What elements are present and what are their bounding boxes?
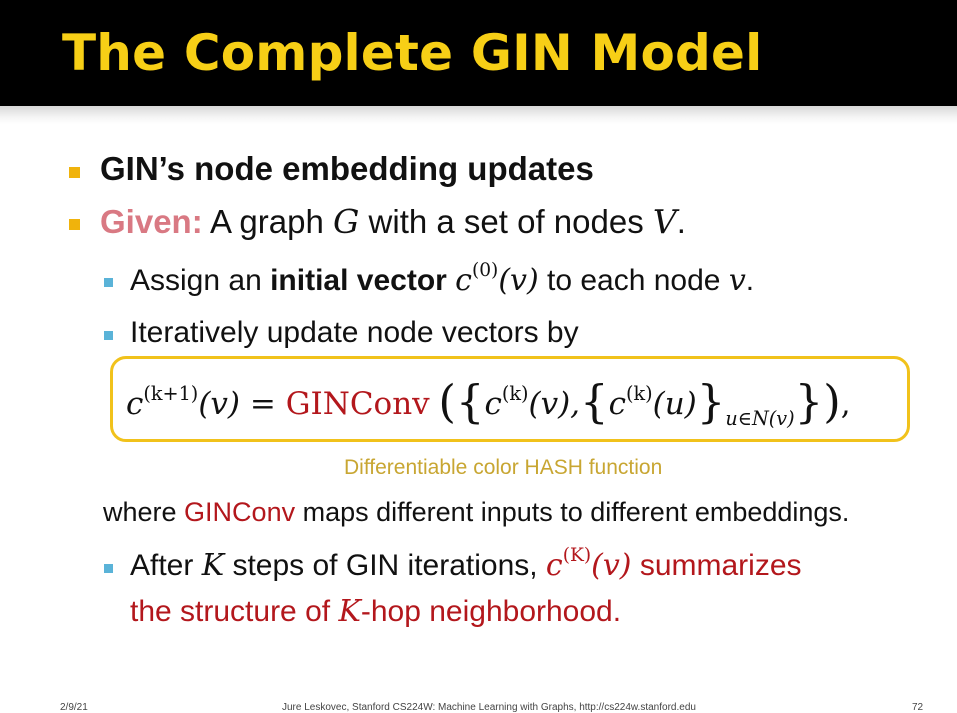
eq-equals: = [240, 386, 286, 422]
eq-c: c [484, 386, 502, 422]
eq-arg: (v), [528, 386, 581, 422]
title-bar: The Complete GIN Model [0, 0, 957, 106]
eq-brace: { [580, 375, 609, 429]
eq-paren: ( [438, 375, 456, 429]
math-K: K [338, 594, 361, 629]
sub-bullet-marker [104, 564, 113, 573]
sub-bullet-marker [104, 278, 113, 287]
sub-bullet-marker [104, 331, 113, 340]
nodes-symbol: V [652, 202, 677, 241]
footer-page-number: 72 [912, 702, 924, 713]
eq-paren: ) [823, 375, 841, 429]
eq-sub: u∈N(v) [725, 406, 795, 430]
title-divider [0, 106, 957, 124]
footer-course: Jure Leskovec, Stanford CS224W: Machine … [282, 702, 696, 713]
sub-bullet-iterative-update: Iteratively update node vectors by [130, 316, 579, 349]
sub-bullet-initial-vector: Assign an initial vector c(0)(v) to each… [130, 260, 755, 298]
text: to each node [538, 264, 729, 297]
math-arg: (v) [498, 263, 539, 298]
text: summarizes [631, 549, 802, 582]
ginconv-term: GINConv [184, 497, 296, 527]
eq-brace: } [794, 375, 824, 429]
initial-vector-term: initial vector [270, 264, 447, 297]
text: where [103, 497, 185, 527]
bullet-gin-updates: GIN’s node embedding updates [100, 150, 594, 187]
bullet-marker [69, 167, 80, 178]
math-c: c [455, 263, 472, 298]
text: maps different inputs to different embed… [295, 497, 850, 527]
graph-symbol: G [332, 202, 360, 241]
bullet-marker [69, 219, 80, 230]
footer-date: 2/9/21 [60, 702, 88, 713]
text: steps of GIN iterations, [224, 549, 546, 582]
eq-arg: (v) [198, 386, 241, 422]
sub-bullet-after-k-steps-line2: the structure of K-hop neighborhood. [130, 594, 621, 629]
given-text: with a set of nodes [359, 203, 653, 240]
bullet-given: Given: A graph G with a set of nodes V. [100, 202, 686, 241]
text: the structure of [130, 595, 339, 628]
eq-comma: , [840, 386, 851, 422]
math-K: K [201, 548, 225, 583]
sub-bullet-after-k-steps: After K steps of GIN iterations, c(K)(v)… [130, 545, 802, 583]
eq-brace: } [696, 375, 726, 429]
given-label: Given: [100, 203, 203, 240]
eq-sup: (k+1) [143, 381, 199, 405]
eq-sup: (k) [626, 381, 653, 405]
eq-sup: (k) [501, 381, 529, 405]
given-text: A graph [202, 203, 333, 240]
math-arg: (v) [591, 548, 632, 583]
eq-c: c [126, 386, 144, 422]
given-text: . [676, 203, 686, 240]
eq-c: c [608, 386, 626, 422]
where-line: where GINConv maps different inputs to d… [103, 497, 849, 528]
math-sup: (0) [471, 260, 499, 282]
math-c: c [545, 548, 563, 583]
text: After [130, 549, 202, 582]
eq-ginconv: GINConv [285, 386, 430, 422]
hash-function-caption: Differentiable color HASH function [344, 456, 663, 479]
text: . [745, 264, 755, 297]
gin-update-equation: c(k+1)(v) = GINConv ({c(k)(v),{c(k)(u)}u… [126, 372, 851, 429]
eq-arg: (u) [652, 386, 697, 422]
math-sup: (K) [562, 545, 592, 567]
eq-brace: { [455, 375, 485, 429]
slide-title: The Complete GIN Model [62, 24, 763, 82]
text: Assign an [130, 264, 271, 297]
text: -hop neighborhood. [360, 595, 622, 628]
math-v: v [728, 263, 746, 298]
